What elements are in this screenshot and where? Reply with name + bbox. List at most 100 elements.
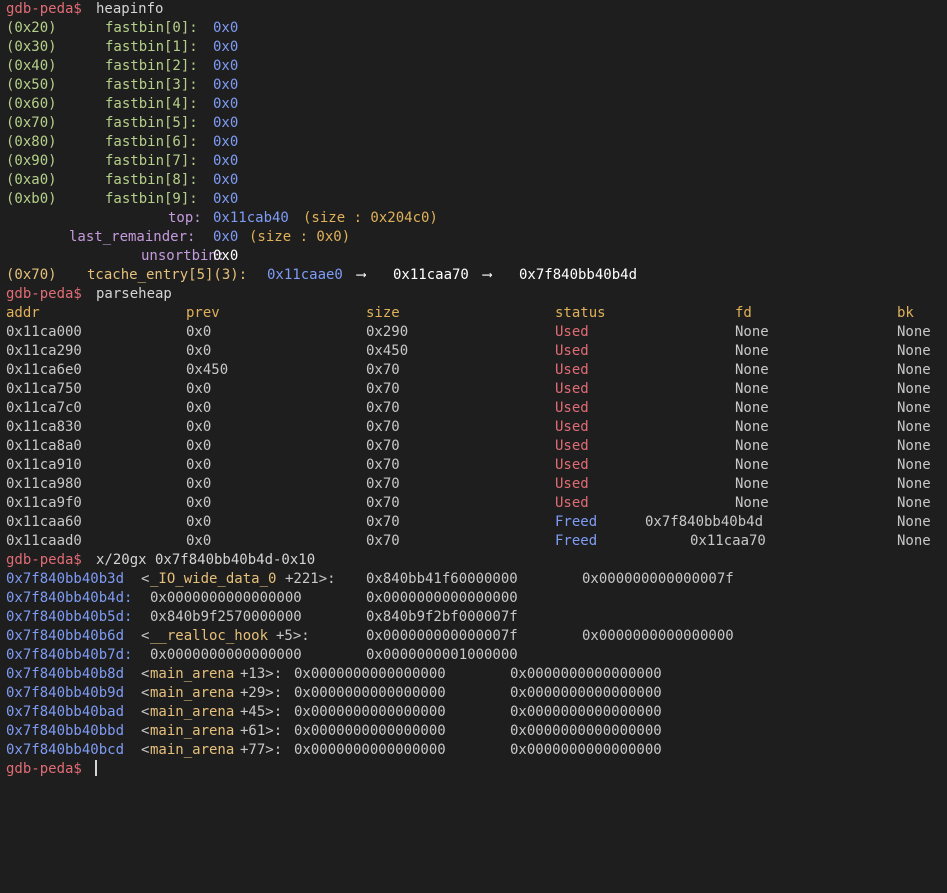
prompt: gdb-peda$ bbox=[6, 761, 82, 777]
tcache-label: tcache_entry[5](3): bbox=[87, 267, 248, 283]
table-row: 0x11ca6e0 0x450 0x70 Used None None bbox=[0, 361, 947, 380]
memory-value-1: 0x0000000000000000 bbox=[150, 647, 302, 663]
memory-value-1: 0x0000000000000000 bbox=[294, 666, 446, 682]
memory-symbol: main_arena bbox=[150, 685, 235, 701]
tcache-entry-first: 0x11caae0 bbox=[267, 267, 343, 283]
memory-symbol: main_arena bbox=[150, 742, 235, 758]
cell-fd: None bbox=[735, 476, 769, 492]
unsortbin-value: 0x0 bbox=[213, 248, 239, 264]
cell-status: Used bbox=[555, 438, 589, 454]
table-row: 0x11ca8a0 0x0 0x70 Used None None bbox=[0, 437, 947, 456]
cell-prev: 0x0 bbox=[186, 324, 212, 340]
bin-value: 0x0 bbox=[213, 77, 239, 93]
cell-status: Used bbox=[555, 324, 589, 340]
memory-offset: +45>: bbox=[240, 704, 283, 720]
cell-bk: None bbox=[897, 457, 931, 473]
bin-value: 0x0 bbox=[213, 39, 239, 55]
cell-size: 0x70 bbox=[366, 381, 400, 397]
memory-row: 0x7f840bb40bbd < main_arena +61>: 0x0000… bbox=[0, 722, 947, 741]
memory-symbol: _IO_wide_data_0 bbox=[150, 571, 277, 587]
cell-fd: 0x7f840bb40b4d bbox=[645, 514, 764, 530]
cell-fd: 0x11caa70 bbox=[690, 533, 766, 549]
memory-value-2: 0x840b9f2bf000007f bbox=[366, 609, 518, 625]
table-row: 0x11ca750 0x0 0x70 Used None None bbox=[0, 380, 947, 399]
cell-addr: 0x11ca980 bbox=[6, 476, 82, 492]
bin-name: fastbin[7]: bbox=[105, 153, 198, 169]
cell-bk: None bbox=[897, 533, 931, 549]
cell-prev: 0x0 bbox=[186, 495, 212, 511]
symbol-open-bracket: < bbox=[141, 742, 150, 758]
fastbin-line: (0x80) fastbin[6]: 0x0 bbox=[0, 133, 947, 152]
cell-addr: 0x11ca000 bbox=[6, 324, 82, 340]
prompt-line-examine: gdb-peda$ x/20gx 0x7f840bb40b4d-0x10 bbox=[0, 551, 947, 570]
cell-size: 0x70 bbox=[366, 533, 400, 549]
memory-address: 0x7f840bb40b6d bbox=[6, 628, 125, 644]
bin-name: fastbin[1]: bbox=[105, 39, 198, 55]
prompt-line-active[interactable]: gdb-peda$ bbox=[0, 760, 947, 779]
cell-prev: 0x0 bbox=[186, 343, 212, 359]
command-text: x/20gx 0x7f840bb40b4d-0x10 bbox=[96, 552, 316, 568]
cell-fd: None bbox=[735, 381, 769, 397]
memory-value-2: 0x0000000001000000 bbox=[366, 647, 518, 663]
cell-addr: 0x11caa60 bbox=[6, 514, 82, 530]
cell-status: Freed bbox=[555, 533, 598, 549]
memory-row: 0x7f840bb40bad < main_arena +45>: 0x0000… bbox=[0, 703, 947, 722]
memory-row: 0x7f840bb40b6d < __realloc_hook +5>: 0x0… bbox=[0, 627, 947, 646]
last-remainder-line: last_remainder: 0x0 (size : 0x0) bbox=[0, 228, 947, 247]
prompt-line-parseheap: gdb-peda$ parseheap bbox=[0, 285, 947, 304]
fastbin-line: (0x30) fastbin[1]: 0x0 bbox=[0, 38, 947, 57]
cell-addr: 0x11ca910 bbox=[6, 457, 82, 473]
cell-prev: 0x0 bbox=[186, 438, 212, 454]
column-header-status: status bbox=[555, 305, 606, 321]
column-header-prev: prev bbox=[186, 305, 220, 321]
memory-address: 0x7f840bb40b7d: bbox=[6, 647, 133, 663]
last-remainder-label: last_remainder: bbox=[69, 229, 196, 245]
bin-size: (0x90) bbox=[6, 153, 57, 169]
top-label: top: bbox=[168, 210, 202, 226]
cell-status: Used bbox=[555, 381, 589, 397]
table-row: 0x11ca000 0x0 0x290 Used None None bbox=[0, 323, 947, 342]
cell-size: 0x70 bbox=[366, 495, 400, 511]
cell-bk: None bbox=[897, 476, 931, 492]
prompt: gdb-peda$ bbox=[6, 1, 82, 17]
top-address: 0x11cab40 bbox=[213, 210, 289, 226]
bin-name: fastbin[2]: bbox=[105, 58, 198, 74]
memory-row: 0x7f840bb40b9d < main_arena +29>: 0x0000… bbox=[0, 684, 947, 703]
arrow-icon: ⟶ bbox=[357, 267, 366, 283]
cell-size: 0x450 bbox=[366, 343, 409, 359]
memory-value-1: 0x0000000000000000 bbox=[294, 742, 446, 758]
column-header-size: size bbox=[366, 305, 400, 321]
cell-fd: None bbox=[735, 419, 769, 435]
bin-size: (0xb0) bbox=[6, 191, 57, 207]
bin-name: fastbin[9]: bbox=[105, 191, 198, 207]
memory-offset: +77>: bbox=[240, 742, 283, 758]
bin-size: (0x30) bbox=[6, 39, 57, 55]
symbol-open-bracket: < bbox=[141, 666, 150, 682]
table-row: 0x11ca910 0x0 0x70 Used None None bbox=[0, 456, 947, 475]
tcache-size: (0x70) bbox=[6, 267, 57, 283]
terminal-window[interactable]: gdb-peda$ heapinfo (0x20) fastbin[0]: 0x… bbox=[0, 0, 947, 778]
column-header-fd: fd bbox=[735, 305, 752, 321]
fastbin-line: (0x70) fastbin[5]: 0x0 bbox=[0, 114, 947, 133]
cell-fd: None bbox=[735, 400, 769, 416]
fastbin-line: (0x90) fastbin[7]: 0x0 bbox=[0, 152, 947, 171]
text-cursor[interactable] bbox=[94, 760, 97, 779]
cell-size: 0x290 bbox=[366, 324, 409, 340]
memory-value-2: 0x0000000000000000 bbox=[510, 742, 662, 758]
bin-value: 0x0 bbox=[213, 191, 239, 207]
cell-bk: None bbox=[897, 514, 931, 530]
memory-value-2: 0x0000000000000000 bbox=[510, 704, 662, 720]
cell-bk: None bbox=[897, 343, 931, 359]
memory-offset: +5>: bbox=[276, 628, 310, 644]
bin-value: 0x0 bbox=[213, 20, 239, 36]
memory-value-2: 0x0000000000000000 bbox=[510, 723, 662, 739]
bin-size: (0x50) bbox=[6, 77, 57, 93]
symbol-open-bracket: < bbox=[141, 704, 150, 720]
bin-size: (0x40) bbox=[6, 58, 57, 74]
memory-symbol: main_arena bbox=[150, 666, 235, 682]
cell-size: 0x70 bbox=[366, 438, 400, 454]
memory-value-2: 0x0000000000000000 bbox=[366, 590, 518, 606]
cell-bk: None bbox=[897, 495, 931, 511]
tcache-entry-third: 0x7f840bb40b4d bbox=[519, 267, 638, 283]
top-chunk-line: top: 0x11cab40 (size : 0x204c0) bbox=[0, 209, 947, 228]
